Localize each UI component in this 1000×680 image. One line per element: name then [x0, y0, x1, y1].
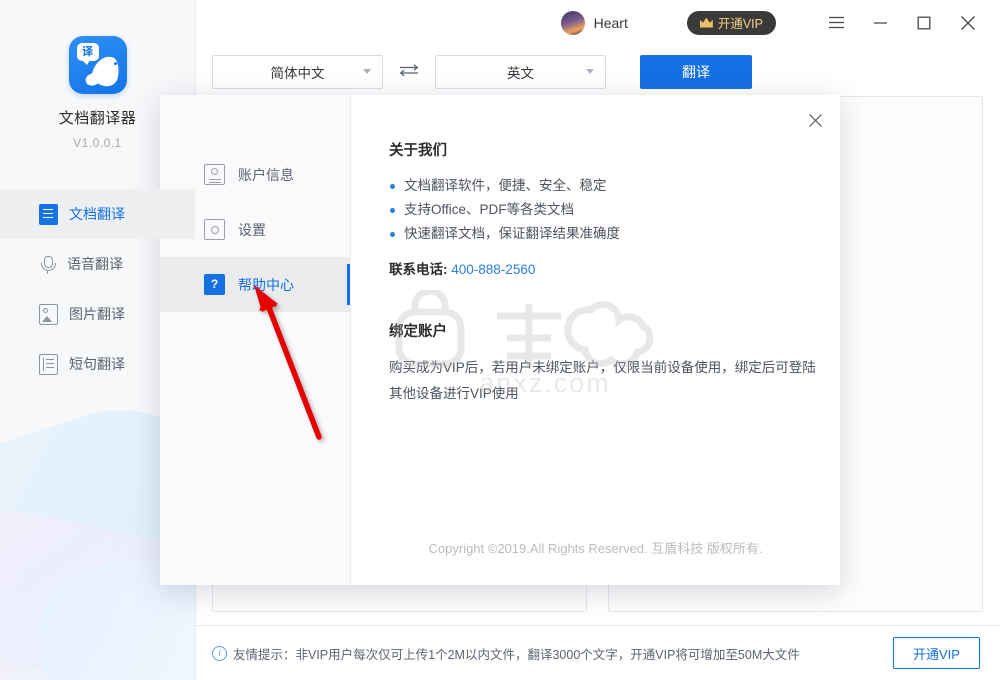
contact-phone: 联系电话: 400-888-2560 [389, 258, 840, 278]
image-icon [39, 303, 58, 325]
account-icon [204, 164, 225, 185]
modal-item-label: 设置 [238, 221, 266, 238]
sidebar-nav: 文档翻译 语音翻译 图片翻译 短句翻译 [0, 189, 195, 389]
list-item: 支持Office、PDF等各类文档 [389, 198, 840, 222]
copyright-text: Copyright ©2019.All Rights Reserved. 互盾科… [428, 541, 763, 556]
sidebar-item-label: 图片翻译 [69, 306, 125, 322]
sidebar-item-voice-translate[interactable]: 语音翻译 [0, 239, 195, 289]
bind-account-heading: 绑定账户 [389, 324, 447, 340]
sidebar-item-label: 短句翻译 [69, 356, 125, 372]
sidebar-item-label: 文档翻译 [69, 206, 125, 222]
list-item: 文档翻译软件，便捷、安全、稳定 [389, 174, 840, 198]
contact-phone-label: 联系电话: [389, 262, 448, 277]
modal-item-label: 帮助中心 [238, 276, 294, 293]
app-logo-icon: 译 [68, 36, 127, 94]
sidebar-item-image-translate[interactable]: 图片翻译 [0, 289, 195, 339]
close-icon [808, 113, 822, 127]
app-branding: 译 文档翻译器 V1.0.0.1 [0, 0, 195, 150]
document-icon [39, 203, 58, 225]
app-version: V1.0.0.1 [73, 136, 122, 150]
modal-content: 关于我们 文档翻译软件，便捷、安全、稳定 支持Office、PDF等各类文档 快… [351, 95, 840, 585]
sidebar-item-short-text-translate[interactable]: 短句翻译 [0, 339, 195, 389]
help-question-icon: ? [204, 274, 225, 295]
help-center-dialog: 账户信息 设置 ? 帮助中心 关于我们 文档翻译软件，便捷、安全、稳定 支持Of… [160, 95, 840, 585]
sidebar-item-label: 语音翻译 [67, 256, 123, 272]
bind-account-text: 购买成为VIP后，若用户未绑定账户，仅限当前设备使用，绑定后可登陆其他设备进行V… [389, 360, 816, 401]
sidebar-item-document-translate[interactable]: 文档翻译 [0, 189, 195, 239]
app-title: 文档翻译器 [58, 110, 137, 127]
modal-item-label: 账户信息 [238, 166, 294, 183]
contact-phone-value[interactable]: 400-888-2560 [451, 262, 535, 277]
logo-translate-glyph: 译 [76, 43, 99, 65]
microphone-icon [39, 255, 56, 274]
about-us-list: 文档翻译软件，便捷、安全、稳定 支持Office、PDF等各类文档 快速翻译文档… [389, 174, 840, 246]
gear-icon [204, 219, 225, 240]
bind-account-section: 绑定账户 购买成为VIP后，若用户未绑定账户，仅限当前设备使用，绑定后可登陆其他… [389, 320, 840, 407]
list-item: 快速翻译文档，保证翻译结果准确度 [389, 222, 840, 246]
about-us-heading: 关于我们 [389, 143, 447, 159]
modal-close-button[interactable] [802, 107, 828, 133]
short-text-icon [39, 353, 58, 375]
